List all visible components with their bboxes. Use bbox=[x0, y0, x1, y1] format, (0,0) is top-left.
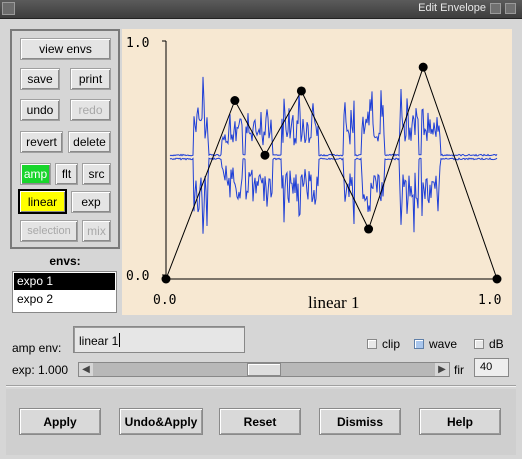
envelope-point bbox=[418, 62, 428, 72]
envelope bbox=[161, 62, 502, 284]
envelope-point bbox=[230, 96, 240, 105]
wave-checkbox[interactable] bbox=[414, 339, 424, 349]
help-button[interactable]: Help bbox=[419, 408, 501, 435]
slider-right-arrow-icon[interactable]: ▶ bbox=[435, 363, 449, 376]
separator bbox=[6, 385, 516, 387]
view-envs-button[interactable]: view envs bbox=[20, 38, 111, 60]
amp-env-field[interactable]: linear 1 bbox=[73, 326, 245, 353]
wave-toggle[interactable]: wave bbox=[414, 337, 457, 351]
window-menu-icon[interactable] bbox=[2, 2, 15, 15]
exp-button[interactable]: exp bbox=[71, 191, 111, 213]
envelope-point bbox=[161, 274, 171, 284]
delete-button[interactable]: delete bbox=[68, 131, 111, 153]
redo-button[interactable]: redo bbox=[70, 99, 111, 121]
exp-slider[interactable]: ◀ ▶ bbox=[78, 362, 450, 377]
db-checkbox[interactable] bbox=[474, 339, 484, 349]
clip-checkbox[interactable] bbox=[367, 339, 377, 349]
undo-button[interactable]: undo bbox=[20, 99, 60, 121]
slider-left-arrow-icon[interactable]: ◀ bbox=[79, 363, 93, 376]
minimize-icon[interactable] bbox=[490, 3, 501, 14]
reset-button[interactable]: Reset bbox=[219, 408, 301, 435]
amp-button[interactable]: amp bbox=[20, 163, 51, 185]
envelope-line bbox=[165, 65, 498, 280]
y-top-label: 1.0 bbox=[126, 36, 149, 51]
save-button[interactable]: save bbox=[20, 68, 60, 90]
amp-env-value: linear 1 bbox=[79, 334, 119, 348]
title-bar: Edit Envelope bbox=[0, 0, 522, 19]
x-right-label: 1.0 bbox=[478, 293, 501, 308]
envs-list[interactable]: expo 1 expo 2 bbox=[12, 271, 117, 313]
envelope-point bbox=[296, 86, 306, 96]
x-left-label: 0.0 bbox=[153, 293, 176, 308]
db-label: dB bbox=[489, 337, 504, 351]
db-toggle[interactable]: dB bbox=[474, 337, 504, 351]
revert-button[interactable]: revert bbox=[20, 131, 63, 153]
wave-label: wave bbox=[429, 337, 458, 351]
list-item[interactable]: expo 2 bbox=[14, 291, 115, 308]
exp-label: exp: 1.000 bbox=[12, 363, 69, 377]
apply-button[interactable]: Apply bbox=[19, 408, 101, 435]
waveform-lower bbox=[169, 157, 498, 234]
fir-order-field[interactable]: 40 bbox=[474, 358, 509, 377]
text-cursor bbox=[119, 333, 121, 347]
envelope-point bbox=[364, 224, 374, 234]
button-panel: view envs save print undo redo revert de… bbox=[10, 29, 120, 249]
maximize-icon[interactable] bbox=[505, 3, 516, 14]
selection-button[interactable]: selection bbox=[20, 220, 78, 242]
undo-apply-button[interactable]: Undo&Apply bbox=[119, 408, 203, 435]
print-button[interactable]: print bbox=[70, 68, 111, 90]
envelope-name: linear 1 bbox=[308, 293, 359, 312]
envelope-point bbox=[492, 274, 502, 284]
amp-env-label: amp env: bbox=[12, 341, 62, 355]
linear-button[interactable]: linear bbox=[18, 189, 67, 214]
clip-toggle[interactable]: clip bbox=[367, 337, 400, 351]
envs-label: envs: bbox=[49, 254, 81, 268]
src-button[interactable]: src bbox=[82, 163, 111, 185]
clip-label: clip bbox=[382, 337, 401, 351]
fir-label: fir bbox=[454, 363, 464, 377]
flt-button[interactable]: flt bbox=[55, 163, 78, 185]
envelope-point bbox=[260, 150, 270, 160]
dismiss-button[interactable]: Dismiss bbox=[319, 408, 401, 435]
waveform-upper bbox=[169, 76, 498, 157]
envelope-graph[interactable]: 1.0 0.0 0.0 1.0 linear 1 bbox=[122, 29, 512, 315]
window-title: Edit Envelope bbox=[418, 2, 486, 14]
list-item[interactable]: expo 1 bbox=[14, 273, 115, 290]
y-bottom-label: 0.0 bbox=[126, 269, 149, 284]
slider-thumb[interactable] bbox=[247, 363, 281, 376]
mix-button[interactable]: mix bbox=[82, 220, 111, 242]
